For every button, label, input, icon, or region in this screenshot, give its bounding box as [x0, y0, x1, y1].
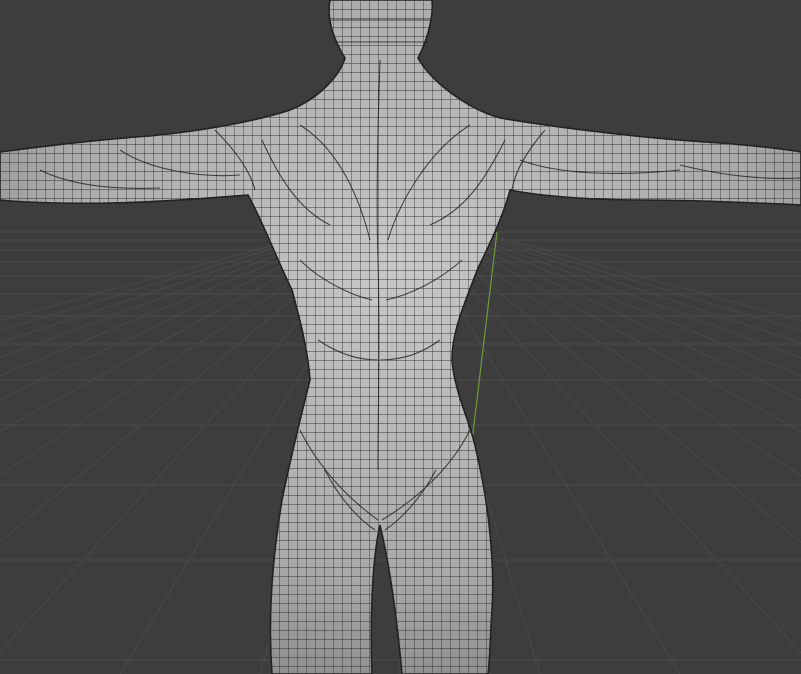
- viewport-canvas[interactable]: [0, 0, 801, 674]
- 3d-viewport[interactable]: [0, 0, 801, 674]
